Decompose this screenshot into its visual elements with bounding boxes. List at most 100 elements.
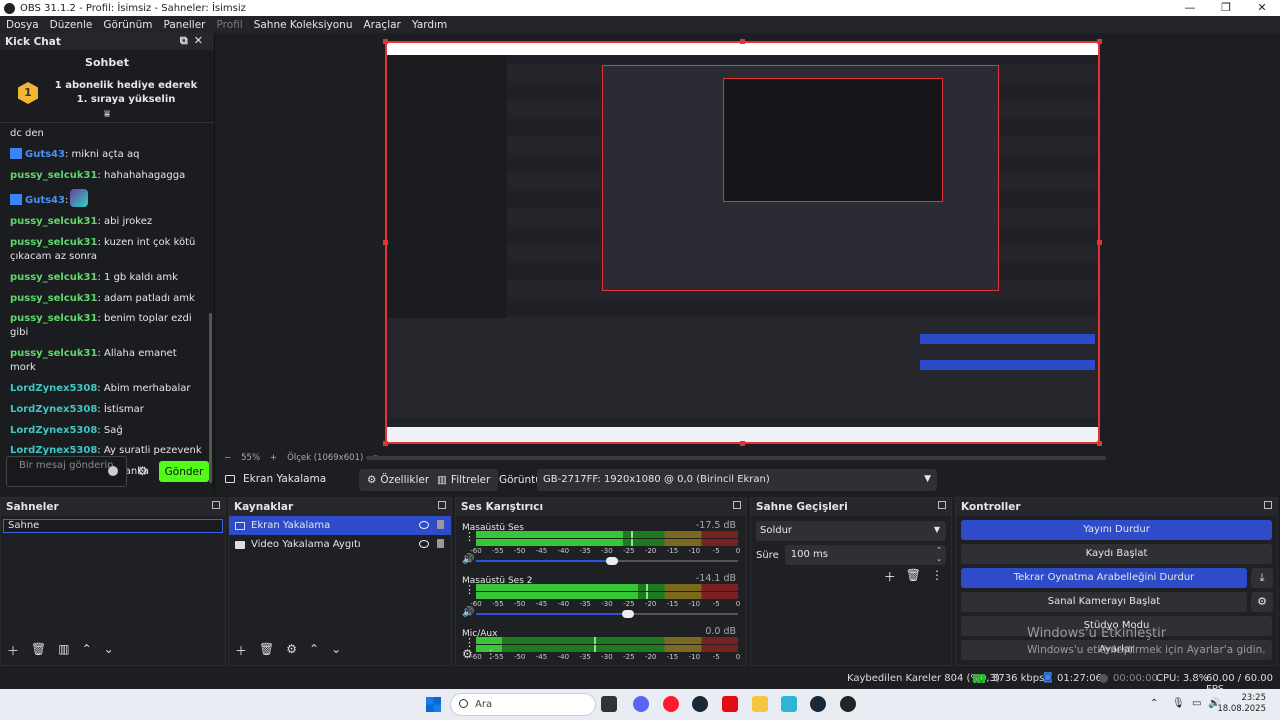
chat-username[interactable]: pussy_selcuk31 bbox=[10, 348, 97, 359]
visibility-eye-icon[interactable] bbox=[419, 521, 429, 529]
emoji-icon[interactable] bbox=[108, 466, 118, 476]
transform-handle[interactable] bbox=[1097, 240, 1102, 245]
task-view-icon[interactable] bbox=[601, 696, 617, 712]
chat-send-button[interactable]: Gönder bbox=[159, 461, 209, 482]
stop-stream-button[interactable]: Yayını Durdur bbox=[961, 520, 1272, 540]
lock-icon[interactable] bbox=[437, 520, 444, 529]
obs-taskbar-icon[interactable] bbox=[840, 696, 856, 712]
source-settings-icon[interactable]: ⚙ bbox=[286, 642, 297, 659]
speaker-mute-icon[interactable]: 🔊 bbox=[462, 607, 474, 618]
channel-menu-icon[interactable]: ⋮ bbox=[464, 637, 475, 648]
slider-knob[interactable] bbox=[606, 557, 619, 565]
windows-start-icon[interactable] bbox=[426, 697, 441, 712]
menu-docks[interactable]: Paneller bbox=[163, 19, 205, 31]
chat-message-input[interactable]: Bir mesaj gönderin bbox=[6, 456, 127, 487]
slider-knob[interactable] bbox=[621, 610, 634, 618]
remove-source-icon[interactable]: 🗑 bbox=[259, 642, 274, 659]
menu-tools[interactable]: Araçlar bbox=[364, 19, 401, 31]
chat-username[interactable]: pussy_selcuk31 bbox=[10, 216, 97, 227]
move-down-icon[interactable]: ⌄ bbox=[104, 642, 114, 659]
chat-username[interactable]: LordZynex5308 bbox=[10, 404, 97, 415]
move-up-icon[interactable]: ⌃ bbox=[309, 642, 319, 659]
chat-settings-gear-icon[interactable]: ⚙ bbox=[137, 464, 148, 478]
visibility-eye-icon[interactable] bbox=[419, 540, 429, 548]
preview-horizontal-scrollbar[interactable] bbox=[366, 456, 1106, 460]
chat-username[interactable]: Guts43 bbox=[25, 149, 65, 160]
menu-profile[interactable]: Profil bbox=[217, 19, 243, 31]
netflix-icon[interactable] bbox=[722, 696, 738, 712]
transition-type-select[interactable]: Soldur ▼ bbox=[756, 521, 946, 541]
scene-filters-icon[interactable]: ▥ bbox=[58, 642, 69, 659]
transform-handle[interactable] bbox=[383, 441, 388, 446]
dock-float-icon[interactable] bbox=[212, 501, 220, 509]
source-item-screen-capture[interactable]: Ekran Yakalama bbox=[229, 516, 451, 535]
channel-menu-icon[interactable]: ⋮ bbox=[464, 531, 475, 542]
file-explorer-icon[interactable] bbox=[752, 696, 768, 712]
dock-float-icon[interactable] bbox=[1264, 501, 1272, 509]
move-down-icon[interactable]: ⌄ bbox=[331, 642, 341, 659]
spin-arrows-icon[interactable]: ⌃ ⌄ bbox=[936, 546, 942, 564]
transform-handle[interactable] bbox=[1097, 441, 1102, 446]
virtual-camera-settings-gear-icon[interactable]: ⚙ bbox=[1251, 592, 1273, 612]
filters-button[interactable]: ▥ Filtreler bbox=[429, 469, 499, 491]
menu-scene-collection[interactable]: Sahne Koleksiyonu bbox=[254, 19, 353, 31]
preview-canvas-screen-capture[interactable] bbox=[385, 41, 1100, 444]
advanced-audio-icon[interactable]: ⚙ bbox=[462, 647, 473, 661]
chat-scrollbar[interactable] bbox=[209, 313, 212, 483]
chat-username[interactable]: pussy_selcuk31 bbox=[10, 170, 97, 181]
restore-button[interactable]: ❐ bbox=[1208, 0, 1244, 16]
steam-2-icon[interactable] bbox=[810, 696, 826, 712]
zoom-out-button[interactable]: − bbox=[224, 453, 231, 463]
settings-app-icon[interactable] bbox=[781, 696, 797, 712]
zoom-in-button[interactable]: + bbox=[270, 453, 277, 463]
channel-menu-icon[interactable]: ⋮ bbox=[464, 584, 475, 595]
transition-menu-icon[interactable]: ⋮ bbox=[931, 568, 943, 585]
speaker-mute-icon[interactable]: 🔊 bbox=[462, 554, 474, 565]
add-transition-icon[interactable]: ＋ bbox=[884, 568, 896, 585]
start-virtual-camera-button[interactable]: Sanal Kamerayı Başlat ⚙ bbox=[961, 592, 1273, 612]
dock-float-icon[interactable] bbox=[938, 501, 946, 509]
tray-overflow-icon[interactable]: ⌃ bbox=[1150, 698, 1158, 709]
taskbar-clock[interactable]: 23:25 18.08.2025 bbox=[1217, 693, 1266, 715]
taskbar-search[interactable]: Ara bbox=[450, 693, 596, 716]
duration-spinbox[interactable]: 100 ms ⌃ ⌄ bbox=[784, 545, 946, 565]
menu-edit[interactable]: Düzenle bbox=[50, 19, 93, 31]
remove-transition-icon[interactable]: 🗑 bbox=[906, 568, 921, 585]
discord-icon[interactable] bbox=[633, 696, 649, 712]
transform-handle[interactable] bbox=[1097, 39, 1102, 44]
transform-handle[interactable] bbox=[383, 240, 388, 245]
network-icon[interactable]: ▭ bbox=[1192, 698, 1201, 709]
lock-icon[interactable] bbox=[437, 539, 444, 548]
dock-float-icon[interactable] bbox=[733, 501, 741, 509]
steam-icon[interactable] bbox=[692, 696, 708, 712]
properties-button[interactable]: ⚙ Özellikler bbox=[359, 469, 438, 491]
start-recording-button[interactable]: Kaydı Başlat bbox=[961, 544, 1272, 564]
display-select[interactable]: GB-2717FF: 1920x1080 @ 0,0 (Birincil Ekr… bbox=[537, 469, 937, 491]
close-button[interactable]: ✕ bbox=[1244, 0, 1280, 16]
chat-username[interactable]: LordZynex5308 bbox=[10, 445, 97, 456]
chat-username[interactable]: pussy_selcuk31 bbox=[10, 237, 97, 248]
minimize-button[interactable]: — bbox=[1172, 0, 1208, 16]
chat-username[interactable]: pussy_selcuk31 bbox=[10, 313, 97, 324]
mixer-menu-icon[interactable]: ⋮ bbox=[485, 647, 497, 661]
add-source-icon[interactable]: ＋ bbox=[235, 642, 247, 659]
add-scene-icon[interactable]: ＋ bbox=[7, 642, 19, 659]
opera-icon[interactable] bbox=[663, 696, 679, 712]
remove-scene-icon[interactable]: 🗑 bbox=[31, 642, 46, 659]
pinned-message[interactable]: 1 1 abonelik hediye ederek 1. sıraya yük… bbox=[0, 75, 214, 109]
dock-float-icon[interactable] bbox=[438, 501, 446, 509]
scale-label[interactable]: Ölçek (1069x601) bbox=[287, 453, 363, 463]
chat-username[interactable]: LordZynex5308 bbox=[10, 425, 97, 436]
transform-handle[interactable] bbox=[383, 39, 388, 44]
transform-handle[interactable] bbox=[740, 441, 745, 446]
collapse-pinned-icon[interactable]: ⩸ bbox=[0, 109, 214, 123]
scene-item[interactable]: Sahne bbox=[3, 519, 223, 533]
menu-view[interactable]: Görünüm bbox=[103, 19, 152, 31]
dock-float-close-icons[interactable]: ⧉✕ bbox=[180, 34, 209, 48]
move-up-icon[interactable]: ⌃ bbox=[82, 642, 92, 659]
volume-slider[interactable] bbox=[476, 557, 738, 565]
menu-file[interactable]: Dosya bbox=[6, 19, 39, 31]
menu-help[interactable]: Yardım bbox=[412, 19, 447, 31]
chat-username[interactable]: LordZynex5308 bbox=[10, 383, 97, 394]
save-replay-download-icon[interactable]: ⤓ bbox=[1251, 568, 1273, 588]
